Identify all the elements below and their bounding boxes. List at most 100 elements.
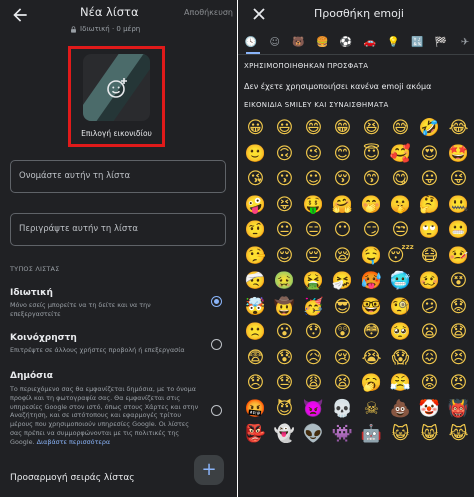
emoji-item[interactable]: 😴 [386,244,415,270]
emoji-item[interactable]: 🤗 [328,193,357,219]
emoji-item[interactable]: 🥴 [415,269,444,295]
emoji-item[interactable]: 🤭 [357,193,386,219]
emoji-item[interactable]: 🥵 [357,269,386,295]
option-private-title[interactable]: Ιδιωτική [10,288,53,298]
emoji-item[interactable]: 😥 [299,346,328,372]
emoji-item[interactable]: 🤖 [357,422,386,448]
emoji-item[interactable]: 💩 [386,397,415,423]
emoji-item[interactable]: 🤔 [415,193,444,219]
emoji-item[interactable]: 😔 [299,244,328,270]
emoji-item[interactable]: 🤨 [241,218,270,244]
emoji-item[interactable]: 😱 [386,346,415,372]
tab-recent-icon[interactable]: 🕓 [244,36,258,50]
option-shared-title[interactable]: Κοινόχρηστη [10,333,77,343]
tab-food-icon[interactable]: 🍔 [315,36,329,50]
emoji-item[interactable]: 🥱 [357,371,386,397]
tab-flags-icon[interactable]: 🏁 [434,36,448,50]
save-button[interactable]: Αποθήκευση [184,8,233,17]
tab-more-icon[interactable]: ✈ [458,36,472,50]
emoji-item[interactable]: 😕 [415,295,444,321]
emoji-item[interactable]: 🙃 [270,142,299,168]
emoji-item[interactable]: 🤓 [357,295,386,321]
emoji-item[interactable]: 😝 [270,193,299,219]
emoji-item[interactable]: 😁 [328,116,357,142]
emoji-item[interactable]: 😹 [444,422,473,448]
emoji-item[interactable]: 🤐 [444,193,473,219]
list-description-field[interactable]: Περιγράψτε αυτήν τη λίστα [10,213,226,246]
emoji-item[interactable]: 😆 [357,116,386,142]
emoji-item[interactable]: 🙂 [241,142,270,168]
emoji-item[interactable]: 💀 [328,397,357,423]
emoji-item[interactable]: 😓 [270,371,299,397]
emoji-item[interactable]: 😯 [299,320,328,346]
emoji-item[interactable]: 😭 [357,346,386,372]
back-arrow-icon[interactable] [10,5,30,25]
close-icon[interactable] [252,7,266,21]
emoji-item[interactable]: 🤡 [415,397,444,423]
emoji-item[interactable]: 😳 [357,320,386,346]
emoji-item[interactable]: 🤮 [299,269,328,295]
emoji-item[interactable]: 😜 [444,167,473,193]
emoji-item[interactable]: 😒 [386,218,415,244]
tab-animals-icon[interactable]: 🐻 [292,36,306,50]
emoji-item[interactable]: 😘 [241,167,270,193]
emoji-item[interactable]: 🤤 [357,244,386,270]
tab-objects-icon[interactable]: 💡 [387,36,401,50]
emoji-item[interactable]: 😵 [444,269,473,295]
option-public-radio[interactable] [211,405,222,416]
emoji-item[interactable]: 🧐 [386,295,415,321]
emoji-item[interactable]: 🤬 [241,397,270,423]
emoji-item[interactable]: 😩 [299,371,328,397]
emoji-item[interactable]: 😑 [299,218,328,244]
emoji-item[interactable]: 👹 [444,397,473,423]
emoji-item[interactable]: 🥺 [386,320,415,346]
emoji-item[interactable]: 🥳 [299,295,328,321]
emoji-item[interactable]: 🥰 [386,142,415,168]
emoji-item[interactable]: 😅 [386,116,415,142]
read-more-link[interactable]: Διαβάστε περισσότερα [37,438,111,446]
emoji-item[interactable]: 😃 [270,116,299,142]
emoji-item[interactable]: 😛 [415,167,444,193]
emoji-item[interactable]: 😊 [328,142,357,168]
emoji-item[interactable]: 🤩 [444,142,473,168]
emoji-item[interactable]: 😧 [444,320,473,346]
choose-icon-button[interactable]: Επιλογή εικονιδίου [68,46,165,147]
emoji-item[interactable]: 😢 [328,346,357,372]
option-shared-radio[interactable] [211,339,222,350]
emoji-item[interactable]: ☺ [299,167,328,193]
emoji-item[interactable]: 😶 [328,218,357,244]
emoji-item[interactable]: 😨 [241,346,270,372]
emoji-item[interactable]: 🤑 [299,193,328,219]
tab-activities-icon[interactable]: ⚽ [339,36,353,50]
emoji-item[interactable]: 😷 [415,244,444,270]
emoji-item[interactable]: 😈 [270,397,299,423]
emoji-item[interactable]: 😺 [386,422,415,448]
emoji-item[interactable]: 😋 [386,167,415,193]
emoji-item[interactable]: 😌 [270,244,299,270]
emoji-item[interactable]: 😏 [357,218,386,244]
emoji-item[interactable]: 🤣 [415,116,444,142]
emoji-item[interactable]: 😗 [270,167,299,193]
emoji-item[interactable]: 😖 [415,346,444,372]
emoji-item[interactable]: 👿 [299,397,328,423]
emoji-item[interactable]: 😞 [241,371,270,397]
tab-smileys-icon[interactable]: ☺ [268,36,282,50]
emoji-item[interactable]: 😟 [444,295,473,321]
emoji-item[interactable]: 🥶 [386,269,415,295]
customize-list-order[interactable]: Προσαρμογή σειράς λίστας [10,473,135,483]
emoji-item[interactable]: 😚 [328,167,357,193]
emoji-item[interactable]: 🤪 [241,193,270,219]
emoji-item[interactable]: 🙁 [241,320,270,346]
emoji-item[interactable]: 😣 [444,346,473,372]
emoji-item[interactable]: 🤥 [241,244,270,270]
emoji-item[interactable]: 😙 [357,167,386,193]
emoji-item[interactable]: 😎 [328,295,357,321]
emoji-item[interactable]: 😰 [270,346,299,372]
tab-travel-icon[interactable]: 🚗 [363,36,377,50]
emoji-item[interactable]: 😀 [241,116,270,142]
emoji-item[interactable]: 😂 [444,116,473,142]
emoji-item[interactable]: 😤 [386,371,415,397]
emoji-item[interactable]: 😮 [270,320,299,346]
emoji-item[interactable]: 🙄 [415,218,444,244]
emoji-item[interactable]: 😲 [328,320,357,346]
